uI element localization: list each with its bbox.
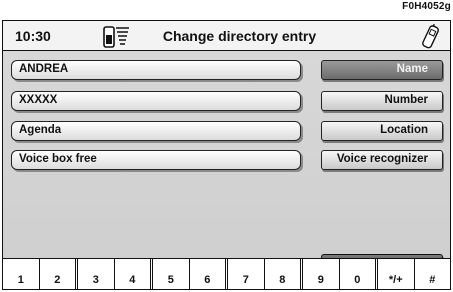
key-3[interactable]: 3 — [75, 259, 114, 289]
voice-recognizer-field[interactable]: Voice box free — [11, 150, 301, 170]
name-button[interactable]: Name — [321, 60, 443, 80]
keypad: 1 2 3 4 5 6 7 8 9 0 */+ # — [3, 258, 450, 289]
number-button[interactable]: Number — [321, 91, 443, 111]
voice-recognizer-button[interactable]: Voice recognizer — [321, 150, 443, 170]
key-0[interactable]: 0 — [338, 259, 376, 289]
header-bar: 10:30 Change directory entry — [3, 21, 450, 51]
mobile-phone-icon — [422, 23, 439, 49]
name-field[interactable]: ANDREA — [11, 60, 301, 80]
key-5[interactable]: 5 — [150, 259, 189, 289]
reference-code: F0H4052g — [402, 1, 451, 12]
page-title: Change directory entry — [162, 28, 317, 44]
number-field[interactable]: XXXXX — [11, 91, 301, 111]
key-7[interactable]: 7 — [225, 259, 264, 289]
display-frame: 10:30 Change directory entry ANDREA XXXX… — [2, 20, 451, 290]
location-field[interactable]: Agenda — [11, 121, 301, 141]
key-2[interactable]: 2 — [38, 259, 76, 289]
content-area: ANDREA XXXXX Agenda Voice box free Name … — [3, 51, 450, 274]
location-button[interactable]: Location — [321, 121, 443, 141]
key-4[interactable]: 4 — [113, 259, 151, 289]
key-1[interactable]: 1 — [3, 259, 39, 289]
key-9[interactable]: 9 — [300, 259, 339, 289]
key-8[interactable]: 8 — [263, 259, 301, 289]
key-6[interactable]: 6 — [188, 259, 226, 289]
key-star-plus[interactable]: */+ — [375, 259, 414, 289]
key-hash[interactable]: # — [413, 259, 451, 289]
